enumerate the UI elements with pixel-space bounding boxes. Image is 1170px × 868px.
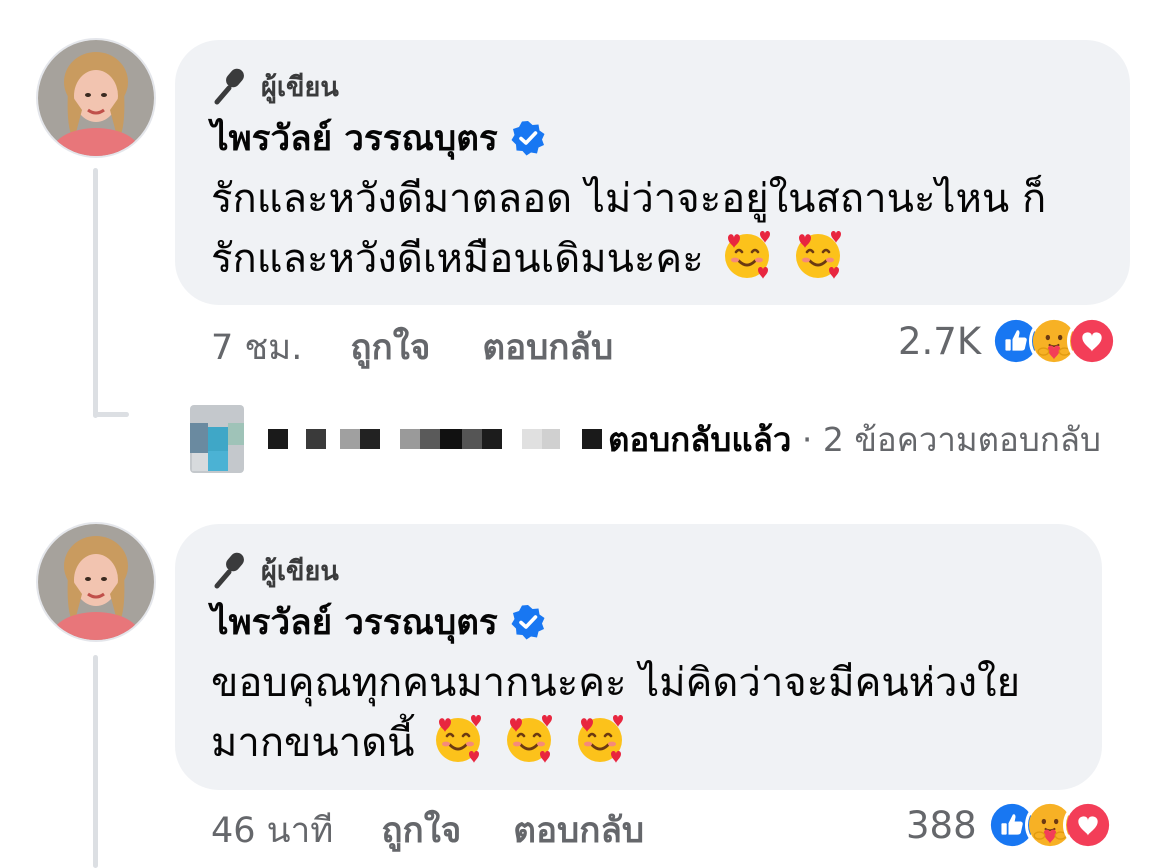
comment-actions: 7 ชม. ถูกใจ ตอบกลับ — [211, 322, 613, 372]
author-badge: ผู้เขียน — [211, 66, 1096, 106]
comment-timestamp[interactable]: 7 ชม. — [211, 320, 302, 375]
reply-button[interactable]: ตอบกลับ — [513, 803, 644, 858]
love-icon — [1062, 800, 1113, 850]
replier-avatar — [190, 405, 244, 473]
like-button[interactable]: ถูกใจ — [381, 803, 461, 858]
comment-text-line: ขอบคุณทุกคนมากนะคะ ไม่คิดว่าจะมีคนห่วงใย — [211, 660, 1021, 706]
verified-badge-icon — [511, 121, 545, 156]
author-badge: ผู้เขียน — [211, 550, 1068, 590]
microphone-icon — [214, 552, 244, 589]
reaction-count: 2.7K — [898, 319, 982, 363]
comment-actions: 46 นาที ถูกใจ ตอบกลับ — [211, 805, 644, 855]
comment-bubble: ผู้เขียน ไพรวัลย์ วรรณบุตร รักและหวังดีม… — [175, 40, 1130, 305]
author-badge-label: ผู้เขียน — [261, 71, 339, 103]
commenter-name[interactable]: ไพรวัลย์ วรรณบุตร — [211, 111, 498, 166]
reaction-count: 388 — [906, 803, 977, 847]
like-button[interactable]: ถูกใจ — [350, 320, 430, 375]
reaction-summary[interactable]: 2.7K — [898, 316, 1118, 366]
smiling-face-with-hearts-icon — [796, 231, 842, 279]
redacted-replier-name — [268, 429, 602, 449]
comment-bubble: ผู้เขียน ไพรวัลย์ วรรณบุตร ขอบคุณทุกคนมา… — [175, 524, 1102, 790]
avatar[interactable] — [36, 522, 156, 642]
love-icon — [1067, 316, 1118, 366]
reply-count: 2 ข้อความตอบกลับ — [822, 419, 1101, 459]
smiling-face-with-hearts-icon — [577, 715, 623, 763]
comment-text-line: รักและหวังดีเหมือนเดิมนะคะ — [211, 228, 1096, 288]
verified-badge-icon — [511, 605, 545, 640]
author-badge-label: ผู้เขียน — [261, 555, 339, 587]
view-replies-link[interactable]: ตอบกลับแล้ว · 2 ข้อความตอบกลับ — [608, 413, 1101, 466]
avatar-image — [38, 524, 154, 640]
comment-text-line: รักและหวังดีมาตลอด ไม่ว่าจะอยู่ในสถานะไห… — [211, 176, 1047, 222]
comment-text: ขอบคุณทุกคนมากนะคะ ไม่คิดว่าจะมีคนห่วงใย… — [211, 654, 1068, 772]
separator-dot: · — [801, 419, 813, 459]
replied-label: ตอบกลับแล้ว — [608, 419, 792, 459]
commenter-name[interactable]: ไพรวัลย์ วรรณบุตร — [211, 595, 498, 650]
smiling-face-with-hearts-icon — [725, 231, 771, 279]
comment-text-line-2: มากขนาดนี้ — [211, 720, 415, 766]
thread-line-curve — [93, 412, 129, 417]
smiling-face-with-hearts-icon — [436, 715, 482, 763]
thread-line-2 — [93, 655, 98, 868]
reaction-summary[interactable]: 388 — [906, 800, 1113, 850]
avatar-image — [38, 40, 154, 156]
microphone-icon — [214, 68, 244, 105]
comment-text-line-2: รักและหวังดีเหมือนเดิมนะคะ — [211, 236, 704, 282]
comment-text: รักและหวังดีมาตลอด ไม่ว่าจะอยู่ในสถานะไห… — [211, 170, 1096, 288]
comment-text-line: มากขนาดนี้ — [211, 712, 1068, 772]
comment-timestamp[interactable]: 46 นาที — [211, 803, 333, 858]
thread-line-1 — [93, 168, 98, 418]
smiling-face-with-hearts-icon — [506, 715, 552, 763]
view-replies-row[interactable]: ตอบกลับแล้ว · 2 ข้อความตอบกลับ — [186, 402, 1101, 476]
avatar[interactable] — [36, 38, 156, 158]
reply-button[interactable]: ตอบกลับ — [482, 320, 613, 375]
